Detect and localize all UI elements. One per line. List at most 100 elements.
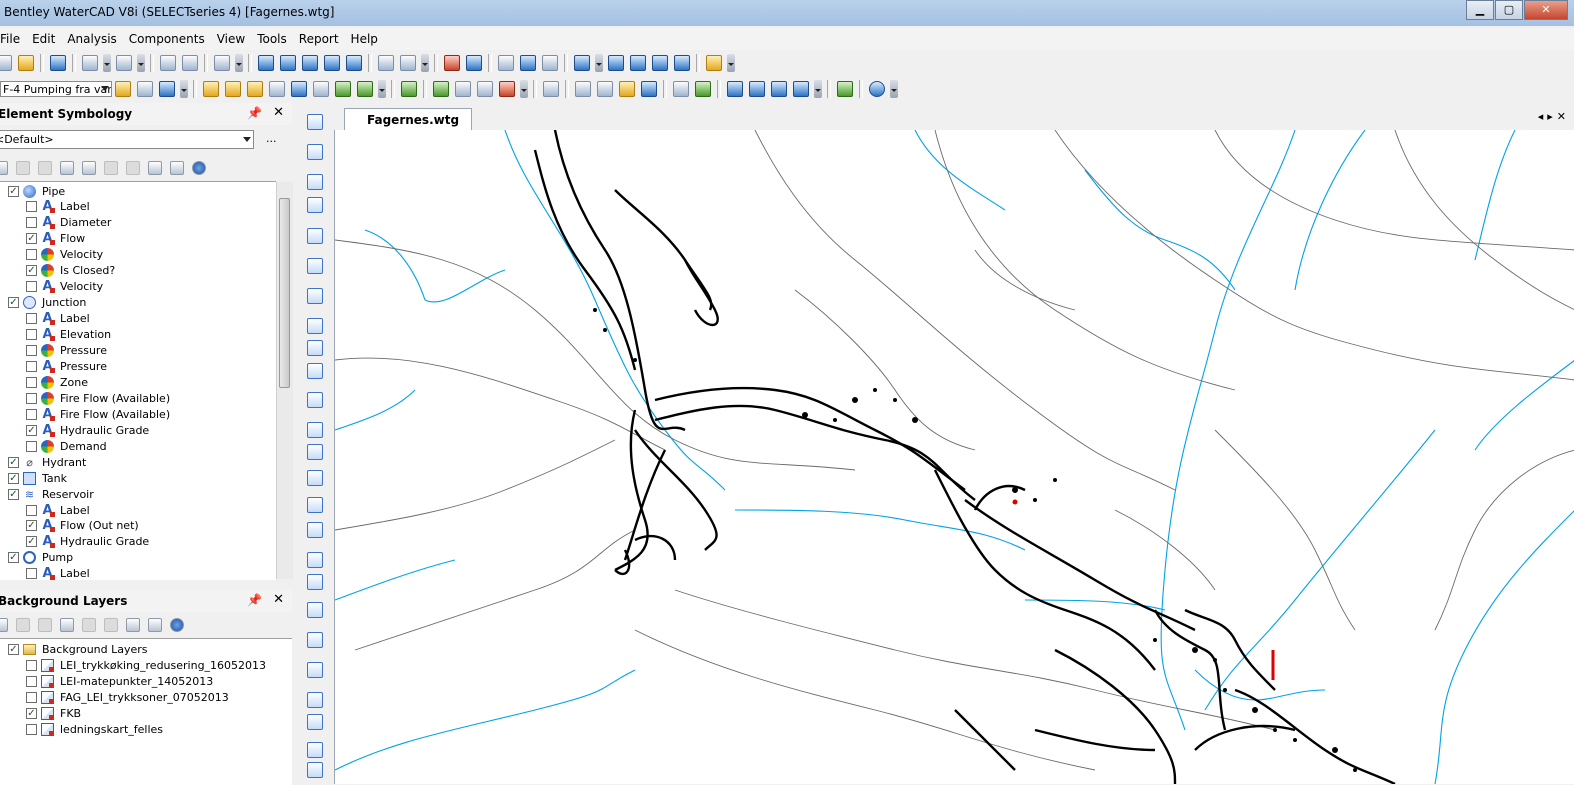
check-valve-icon[interactable]: [307, 692, 323, 708]
checkbox-checked[interactable]: ✓: [26, 520, 37, 532]
scenario-manager-icon[interactable]: [115, 81, 131, 97]
checkbox[interactable]: [26, 504, 37, 516]
checkbox-checked[interactable]: ✓: [8, 456, 19, 468]
layout-overflow[interactable]: [814, 80, 822, 98]
turbine-icon[interactable]: [307, 602, 323, 618]
checkbox-checked[interactable]: ✓: [26, 536, 37, 548]
scenario-select[interactable]: F-4 Pumping fra vann: [0, 81, 112, 97]
refresh-icon[interactable]: [400, 55, 416, 71]
checkbox[interactable]: [26, 440, 37, 452]
tree-row[interactable]: A Pressure: [26, 358, 107, 374]
checkbox-checked[interactable]: ✓: [26, 707, 37, 719]
calc-dropdown[interactable]: [180, 80, 188, 98]
tree-row[interactable]: ✓ A Flow (Out net): [26, 518, 139, 534]
alternatives-icon[interactable]: [466, 55, 482, 71]
new-icon[interactable]: [0, 55, 12, 71]
help-icon[interactable]: [869, 81, 885, 97]
checkbox[interactable]: [26, 329, 37, 341]
energy-icon[interactable]: [269, 81, 285, 97]
scroll-thumb[interactable]: [279, 198, 290, 388]
background-help-icon[interactable]: [170, 618, 184, 632]
checkbox-checked[interactable]: ✓: [8, 552, 19, 564]
collapse-icon[interactable]: [148, 618, 162, 632]
tab-fagernes[interactable]: Fagernes.wtg: [344, 108, 473, 130]
checkbox-checked[interactable]: ✓: [8, 643, 19, 655]
tree-row[interactable]: A Velocity: [26, 279, 103, 295]
valve-tool-icon[interactable]: [307, 340, 323, 356]
checkbox[interactable]: [26, 723, 37, 735]
tree-row[interactable]: ✓ ⌀ Hydrant: [8, 454, 86, 470]
prototype-icon[interactable]: [619, 81, 635, 97]
validate-icon[interactable]: [225, 81, 241, 97]
menu-file[interactable]: File: [0, 32, 26, 46]
color-coding-icon[interactable]: [82, 161, 96, 175]
print-dropdown[interactable]: [137, 54, 145, 72]
tree-row[interactable]: A Label: [26, 502, 90, 518]
zoom-extents-icon[interactable]: [258, 55, 274, 71]
isolation-valve-icon[interactable]: [307, 574, 323, 590]
tree-row[interactable]: Velocity: [26, 247, 103, 263]
gpv-valve-icon[interactable]: [307, 552, 323, 568]
more-button[interactable]: ...: [266, 132, 277, 145]
controls-icon[interactable]: [630, 55, 646, 71]
checkbox-checked[interactable]: ✓: [8, 297, 19, 309]
checkbox[interactable]: [26, 568, 37, 580]
checkbox-checked[interactable]: ✓: [8, 185, 19, 197]
compute-icon[interactable]: [203, 81, 219, 97]
menu-report[interactable]: Report: [293, 32, 345, 46]
maximize-button[interactable]: ▢: [1495, 0, 1523, 20]
menu-analysis[interactable]: Analysis: [61, 32, 122, 46]
pan-icon[interactable]: [378, 55, 394, 71]
surge-tank-icon[interactable]: [307, 632, 323, 648]
move-down-icon[interactable]: [104, 618, 118, 632]
redo-icon[interactable]: [182, 55, 198, 71]
globe-icon[interactable]: [837, 81, 853, 97]
symbology-scrollbar[interactable]: [276, 182, 293, 579]
spot-elevation-icon[interactable]: [307, 392, 323, 408]
tree-row[interactable]: ✓ ≋ Reservoir: [8, 486, 94, 502]
menu-help[interactable]: Help: [345, 32, 384, 46]
tree-row[interactable]: ✓ Is Closed?: [26, 263, 115, 279]
find-icon[interactable]: [214, 55, 230, 71]
tree-row[interactable]: LEI-matepunkter_14052013: [26, 673, 213, 689]
layout-icon[interactable]: [674, 55, 690, 71]
zoom-out-icon[interactable]: [324, 55, 340, 71]
delete-icon[interactable]: [16, 161, 30, 175]
checkbox-checked[interactable]: ✓: [26, 265, 37, 277]
analysis-overflow[interactable]: [378, 80, 386, 98]
pipe-tool-icon[interactable]: [307, 288, 323, 304]
fcv-valve-icon[interactable]: [307, 497, 323, 513]
checkbox[interactable]: [26, 376, 37, 388]
notifications-icon[interactable]: [499, 81, 515, 97]
element-props-icon[interactable]: [477, 81, 493, 97]
hydrant-tool-icon[interactable]: [307, 197, 323, 213]
connect-icon[interactable]: [771, 81, 787, 97]
tree-row[interactable]: Pressure: [26, 343, 107, 359]
psv-valve-icon[interactable]: [307, 444, 323, 460]
engineering-libs-icon[interactable]: [641, 81, 657, 97]
refresh-dropdown[interactable]: [421, 54, 429, 72]
flextables-icon[interactable]: [498, 55, 514, 71]
tree-row[interactable]: ✓ Background Layers: [8, 641, 148, 657]
tcv-valve-icon[interactable]: [307, 522, 323, 538]
tree-row[interactable]: A Label: [26, 566, 90, 580]
tree-row[interactable]: A Fire Flow (Available): [26, 406, 170, 422]
results-icon[interactable]: [455, 81, 471, 97]
group-icon[interactable]: [170, 161, 184, 175]
tree-row[interactable]: ✓ A Hydraulic Grade: [26, 534, 149, 550]
go-icon[interactable]: [433, 81, 449, 97]
select-icon[interactable]: [543, 81, 559, 97]
tree-row[interactable]: A Diameter: [26, 215, 111, 231]
layout-icon[interactable]: [307, 144, 323, 160]
rename-icon[interactable]: [38, 618, 52, 632]
reservoir-tool-icon[interactable]: [307, 258, 323, 274]
tree-row[interactable]: Demand: [26, 438, 107, 454]
save-icon[interactable]: [50, 55, 66, 71]
zoom-in-icon[interactable]: [302, 55, 318, 71]
tree-row[interactable]: Fire Flow (Available): [26, 390, 170, 406]
checkbox[interactable]: [26, 249, 37, 261]
menu-edit[interactable]: Edit: [26, 32, 61, 46]
symbology-help-icon[interactable]: [192, 161, 206, 175]
pump-tool-icon[interactable]: [307, 318, 323, 334]
pattern-icon[interactable]: [608, 55, 624, 71]
